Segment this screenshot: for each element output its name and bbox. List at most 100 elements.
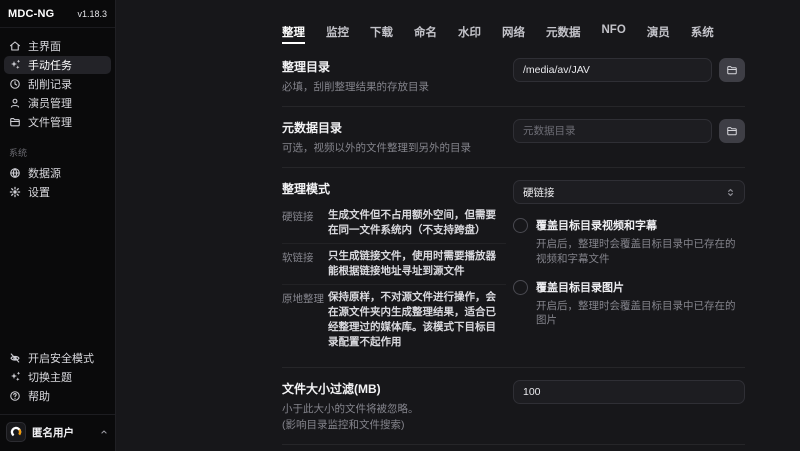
app-window: MDC-NG v1.18.3 主界面手动任务刮削记录演员管理文件管理 系统 数据… — [0, 0, 800, 451]
sidebar-item-label: 数据源 — [28, 165, 61, 181]
mode-term: 原地整理 — [282, 290, 326, 350]
section-metadata-dir: 元数据目录 可选，视频以外的文件整理到另外的目录 — [282, 107, 745, 168]
sidebar-nav: 主界面手动任务刮削记录演员管理文件管理 — [0, 28, 115, 132]
toggle-overwrite-images: 覆盖目标目录图片开启后，整理时会覆盖目标目录中已存在的图片 — [513, 279, 745, 327]
tab-nfo[interactable]: NFO — [602, 24, 626, 44]
toggle-desc: 开启后，整理时会覆盖目标目录中已存在的图片 — [536, 299, 745, 327]
toggle-desc: 开启后，整理时会覆盖目标目录中已存在的视频和字幕文件 — [536, 237, 745, 265]
globe-icon — [9, 167, 21, 179]
avatar — [6, 422, 26, 442]
mode-definition-symlink: 软链接只生成链接文件，使用时需要播放器能根据链接地址寻址到源文件 — [282, 244, 506, 285]
tab-network[interactable]: 网络 — [502, 24, 525, 44]
size-filter-label: 文件大小过滤(MB) — [282, 380, 506, 397]
sidebar-item-manual-tasks[interactable]: 手动任务 — [4, 56, 111, 74]
settings-content: 整理目录 必填，刮削整理结果的存放目录 元数据目录 可选，视频以外的文件整理 — [282, 46, 745, 451]
sidebar-item-scrape-history[interactable]: 刮削记录 — [4, 75, 111, 93]
user-icon — [9, 97, 21, 109]
sidebar-item-safe-mode[interactable]: 开启安全模式 — [4, 349, 111, 367]
sidebar-item-label: 主界面 — [28, 38, 61, 54]
toggle-overwrite-video-subs: 覆盖目标目录视频和字幕开启后，整理时会覆盖目标目录中已存在的视频和字幕文件 — [513, 217, 745, 265]
mode-definition-text: 保持原样，不对源文件进行操作，会在源文件夹内生成整理结果，适合已经整理过的媒体库… — [328, 290, 506, 350]
sidebar-item-label: 演员管理 — [28, 95, 72, 111]
toggle-body: 覆盖目标目录视频和字幕开启后，整理时会覆盖目标目录中已存在的视频和字幕文件 — [536, 217, 745, 265]
organize-mode-selected-value: 硬链接 — [523, 185, 555, 200]
target-dir-input[interactable] — [513, 58, 712, 82]
home-icon — [9, 40, 21, 52]
tab-naming[interactable]: 命名 — [414, 24, 437, 44]
folder-icon — [726, 64, 738, 76]
main-area: 整理 监控 下载 命名 水印 网络 元数据 NFO 演员 系统 整理目录 必填，刮削整理结果的存放… — [116, 0, 800, 451]
section-target-dir: 整理目录 必填，刮削整理结果的存放目录 — [282, 46, 745, 107]
sidebar-section-label-system: 系统 — [0, 132, 115, 164]
sidebar-header: MDC-NG v1.18.3 — [0, 0, 115, 28]
sidebar-nav-system: 数据源设置 — [0, 164, 115, 202]
mode-term: 硬链接 — [282, 208, 326, 238]
toggle-checkbox-overwrite-images[interactable] — [513, 280, 528, 295]
mode-definitions: 硬链接生成文件但不占用额外空间，但需要在同一文件系统内（不支持跨盘）软链接只生成… — [282, 203, 506, 354]
metadata-dir-desc: 可选，视频以外的文件整理到另外的目录 — [282, 141, 506, 155]
size-filter-desc-line1: 小于此大小的文件将被忽略。 — [282, 402, 506, 416]
mode-definition-hardlink: 硬链接生成文件但不占用额外空间，但需要在同一文件系统内（不支持跨盘） — [282, 203, 506, 244]
sidebar-footer: 开启安全模式切换主题帮助 — [0, 349, 115, 406]
sidebar-item-settings[interactable]: 设置 — [4, 183, 111, 201]
sidebar-item-help[interactable]: 帮助 — [4, 387, 111, 405]
mode-definition-text: 生成文件但不占用额外空间，但需要在同一文件系统内（不支持跨盘） — [328, 208, 506, 238]
sidebar-item-label: 手动任务 — [28, 57, 72, 73]
organize-mode-label: 整理模式 — [282, 180, 506, 197]
chevron-updown-icon — [725, 187, 736, 198]
tab-download[interactable]: 下载 — [370, 24, 393, 44]
sidebar-item-theme-toggle[interactable]: 切换主题 — [4, 368, 111, 386]
sparkles-icon — [9, 59, 21, 71]
section-organize-mode: 整理模式 硬链接生成文件但不占用额外空间，但需要在同一文件系统内（不支持跨盘）软… — [282, 168, 745, 367]
metadata-dir-input[interactable] — [513, 119, 712, 143]
toggle-label: 覆盖目标目录视频和字幕 — [536, 217, 745, 233]
sidebar-item-label: 文件管理 — [28, 114, 72, 130]
tab-organize[interactable]: 整理 — [282, 24, 305, 44]
sidebar-item-data-sources[interactable]: 数据源 — [4, 164, 111, 182]
sidebar-item-actor-management[interactable]: 演员管理 — [4, 94, 111, 112]
section-file-whitelist: 文件类型白名单 只有文件名后缀在列表中的会被识别为资源处理 mp4×avi×rm… — [282, 445, 745, 451]
tab-system[interactable]: 系统 — [691, 24, 714, 44]
sidebar-item-home[interactable]: 主界面 — [4, 37, 111, 55]
toggle-body: 覆盖目标目录图片开启后，整理时会覆盖目标目录中已存在的图片 — [536, 279, 745, 327]
size-filter-desc-line2: (影响目录监控和文件搜索) — [282, 418, 506, 432]
sidebar-item-file-management[interactable]: 文件管理 — [4, 113, 111, 131]
sidebar-item-label: 开启安全模式 — [28, 350, 94, 366]
toggle-checkbox-overwrite-video-subs[interactable] — [513, 218, 528, 233]
chevron-up-icon — [99, 427, 109, 437]
target-dir-label: 整理目录 — [282, 58, 506, 75]
sparkles-icon — [9, 371, 21, 383]
folder-icon — [726, 125, 738, 137]
user-name: 匿名用户 — [32, 425, 93, 440]
mode-definition-text: 只生成链接文件，使用时需要播放器能根据链接地址寻址到源文件 — [328, 249, 506, 279]
eye-off-icon — [9, 352, 21, 364]
app-logo-text: MDC-NG — [8, 8, 54, 20]
toggle-label: 覆盖目标目录图片 — [536, 279, 745, 295]
sidebar-item-label: 帮助 — [28, 388, 50, 404]
tab-monitor[interactable]: 监控 — [326, 24, 349, 44]
metadata-dir-label: 元数据目录 — [282, 119, 506, 136]
metadata-dir-browse-button[interactable] — [719, 119, 745, 143]
tab-metadata[interactable]: 元数据 — [546, 24, 581, 44]
sidebar: MDC-NG v1.18.3 主界面手动任务刮削记录演员管理文件管理 系统 数据… — [0, 0, 116, 451]
target-dir-desc: 必填，刮削整理结果的存放目录 — [282, 80, 506, 94]
target-dir-browse-button[interactable] — [719, 58, 745, 82]
mode-term: 软链接 — [282, 249, 326, 279]
mode-definition-in-place: 原地整理保持原样，不对源文件进行操作，会在源文件夹内生成整理结果，适合已经整理过… — [282, 285, 506, 355]
sidebar-item-label: 刮削记录 — [28, 76, 72, 92]
folder-icon — [9, 116, 21, 128]
section-size-filter: 文件大小过滤(MB) 小于此大小的文件将被忽略。 (影响目录监控和文件搜索) — [282, 368, 745, 445]
organize-mode-select[interactable]: 硬链接 — [513, 180, 745, 204]
tab-actors[interactable]: 演员 — [647, 24, 670, 44]
app-version: v1.18.3 — [77, 9, 107, 19]
gear-icon — [9, 186, 21, 198]
sidebar-item-label: 设置 — [28, 184, 50, 200]
user-menu[interactable]: 匿名用户 — [0, 415, 115, 451]
tab-watermark[interactable]: 水印 — [458, 24, 481, 44]
settings-tabs: 整理 监控 下载 命名 水印 网络 元数据 NFO 演员 系统 — [116, 0, 800, 44]
mode-toggles: 覆盖目标目录视频和字幕开启后，整理时会覆盖目标目录中已存在的视频和字幕文件覆盖目… — [513, 217, 745, 327]
size-filter-input[interactable] — [513, 380, 745, 404]
clock-icon — [9, 78, 21, 90]
question-icon — [9, 390, 21, 402]
sidebar-item-label: 切换主题 — [28, 369, 72, 385]
